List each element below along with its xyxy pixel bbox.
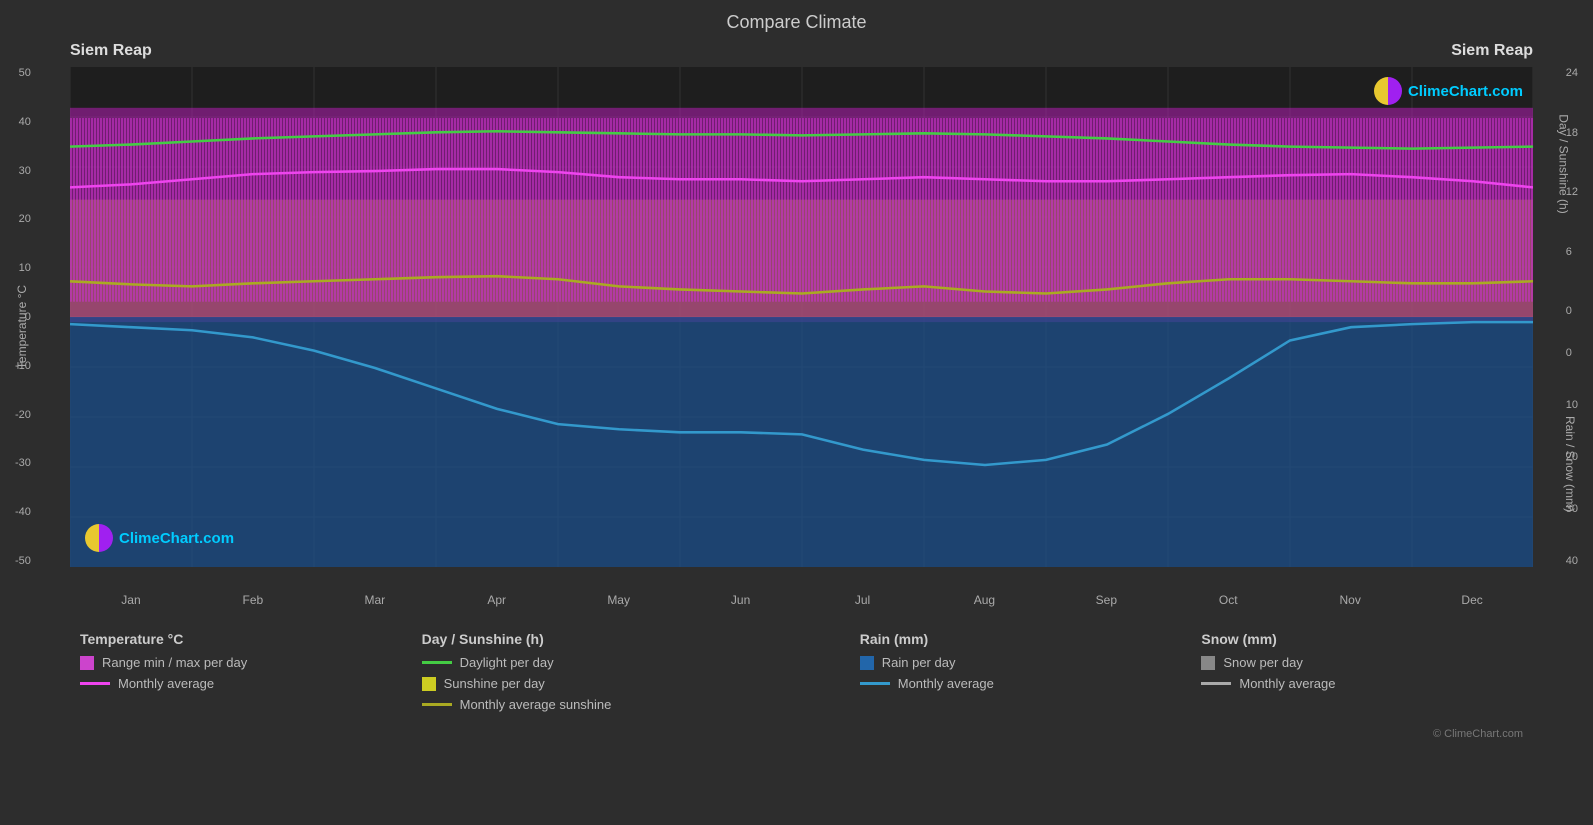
y-tick-30: 30 bbox=[19, 165, 31, 177]
legend-item-temp-avg: Monthly average bbox=[80, 676, 402, 691]
legend-sunshine: Day / Sunshine (h) Daylight per day Suns… bbox=[412, 625, 850, 724]
legend-temperature: Temperature °C Range min / max per day M… bbox=[70, 625, 412, 724]
legend-sunshine-title: Day / Sunshine (h) bbox=[422, 631, 840, 647]
legend-item-snow: Snow per day bbox=[1201, 655, 1523, 670]
legend-snow: Snow (mm) Snow per day Monthly average bbox=[1191, 625, 1533, 724]
location-label-right: Siem Reap bbox=[1451, 42, 1533, 60]
y-tick-40: 40 bbox=[19, 116, 31, 128]
y-tick-20: 20 bbox=[19, 213, 31, 225]
y-tick-50: 50 bbox=[19, 67, 31, 79]
y-tick-n50: -50 bbox=[15, 555, 31, 567]
legend-label-temp-range: Range min / max per day bbox=[102, 655, 247, 670]
page-title: Compare Climate bbox=[0, 0, 1593, 37]
legend-swatch-rain bbox=[860, 656, 874, 670]
y-axis-label-left: Temperature °C bbox=[15, 285, 29, 369]
x-tick-apr: Apr bbox=[436, 593, 558, 607]
legend-line-daylight bbox=[422, 661, 452, 664]
legend-line-temp-avg bbox=[80, 682, 110, 685]
x-tick-jun: Jun bbox=[680, 593, 802, 607]
legend-label-rain: Rain per day bbox=[882, 655, 956, 670]
legend-item-daylight: Daylight per day bbox=[422, 655, 840, 670]
legend-label-sunshine-avg: Monthly average sunshine bbox=[460, 697, 612, 712]
chart-svg bbox=[70, 67, 1533, 567]
x-tick-may: May bbox=[558, 593, 680, 607]
x-tick-dec: Dec bbox=[1411, 593, 1533, 607]
y-axis-label-right-top: Day / Sunshine (h) bbox=[1556, 114, 1570, 213]
legend-item-rain: Rain per day bbox=[860, 655, 1182, 670]
legend-swatch-temp-range bbox=[80, 656, 94, 670]
x-tick-aug: Aug bbox=[923, 593, 1045, 607]
y-right-0top: 0 bbox=[1566, 305, 1572, 317]
logo-text-top: ClimeChart.com bbox=[1408, 83, 1523, 100]
y-axis-label-right-bottom: Rain / Snow (mm) bbox=[1563, 416, 1577, 512]
legend-label-snow: Snow per day bbox=[1223, 655, 1303, 670]
logo-icon-top bbox=[1374, 77, 1402, 105]
x-tick-jul: Jul bbox=[802, 593, 924, 607]
x-tick-nov: Nov bbox=[1289, 593, 1411, 607]
legend-temperature-title: Temperature °C bbox=[80, 631, 402, 647]
logo-icon-bottom bbox=[85, 524, 113, 552]
y-right-0bot: 0 bbox=[1566, 347, 1572, 359]
legend-item-temp-range: Range min / max per day bbox=[80, 655, 402, 670]
x-axis: Jan Feb Mar Apr May Jun Jul Aug Sep Oct … bbox=[70, 593, 1533, 607]
logo-top-right: ClimeChart.com bbox=[1374, 77, 1523, 105]
x-tick-sep: Sep bbox=[1045, 593, 1167, 607]
legend-item-rain-avg: Monthly average bbox=[860, 676, 1182, 691]
location-label-left: Siem Reap bbox=[70, 42, 152, 60]
legend-line-rain-avg bbox=[860, 682, 890, 685]
legend-item-sunshine: Sunshine per day bbox=[422, 676, 840, 691]
legend-label-snow-avg: Monthly average bbox=[1239, 676, 1335, 691]
logo-text-bottom: ClimeChart.com bbox=[119, 530, 234, 547]
legend-item-sunshine-avg: Monthly average sunshine bbox=[422, 697, 840, 712]
legend-line-sunshine-avg bbox=[422, 703, 452, 706]
x-tick-jan: Jan bbox=[70, 593, 192, 607]
legend-label-sunshine: Sunshine per day bbox=[444, 676, 545, 691]
legend-swatch-snow bbox=[1201, 656, 1215, 670]
legend-line-snow-avg bbox=[1201, 682, 1231, 685]
y-right-40: 40 bbox=[1566, 555, 1578, 567]
legend-snow-title: Snow (mm) bbox=[1201, 631, 1523, 647]
y-tick-n40: -40 bbox=[15, 506, 31, 518]
legend-rain-title: Rain (mm) bbox=[860, 631, 1182, 647]
chart-area: ClimeChart.com ClimeChart.com bbox=[70, 67, 1533, 567]
legend-rain: Rain (mm) Rain per day Monthly average bbox=[850, 625, 1192, 724]
y-tick-n30: -30 bbox=[15, 457, 31, 469]
y-right-10: 10 bbox=[1566, 399, 1578, 411]
legend-label-rain-avg: Monthly average bbox=[898, 676, 994, 691]
y-right-24: 24 bbox=[1566, 67, 1578, 79]
logo-bottom-left: ClimeChart.com bbox=[85, 524, 234, 552]
x-tick-feb: Feb bbox=[192, 593, 314, 607]
x-tick-mar: Mar bbox=[314, 593, 436, 607]
legend-label-daylight: Daylight per day bbox=[460, 655, 554, 670]
legend-item-snow-avg: Monthly average bbox=[1201, 676, 1523, 691]
x-tick-oct: Oct bbox=[1167, 593, 1289, 607]
copyright: © ClimeChart.com bbox=[0, 728, 1523, 740]
y-tick-10: 10 bbox=[19, 262, 31, 274]
legend-label-temp-avg: Monthly average bbox=[118, 676, 214, 691]
y-right-6: 6 bbox=[1566, 246, 1572, 258]
legend-area: Temperature °C Range min / max per day M… bbox=[70, 625, 1533, 724]
legend-swatch-sunshine bbox=[422, 677, 436, 691]
y-tick-n20: -20 bbox=[15, 409, 31, 421]
